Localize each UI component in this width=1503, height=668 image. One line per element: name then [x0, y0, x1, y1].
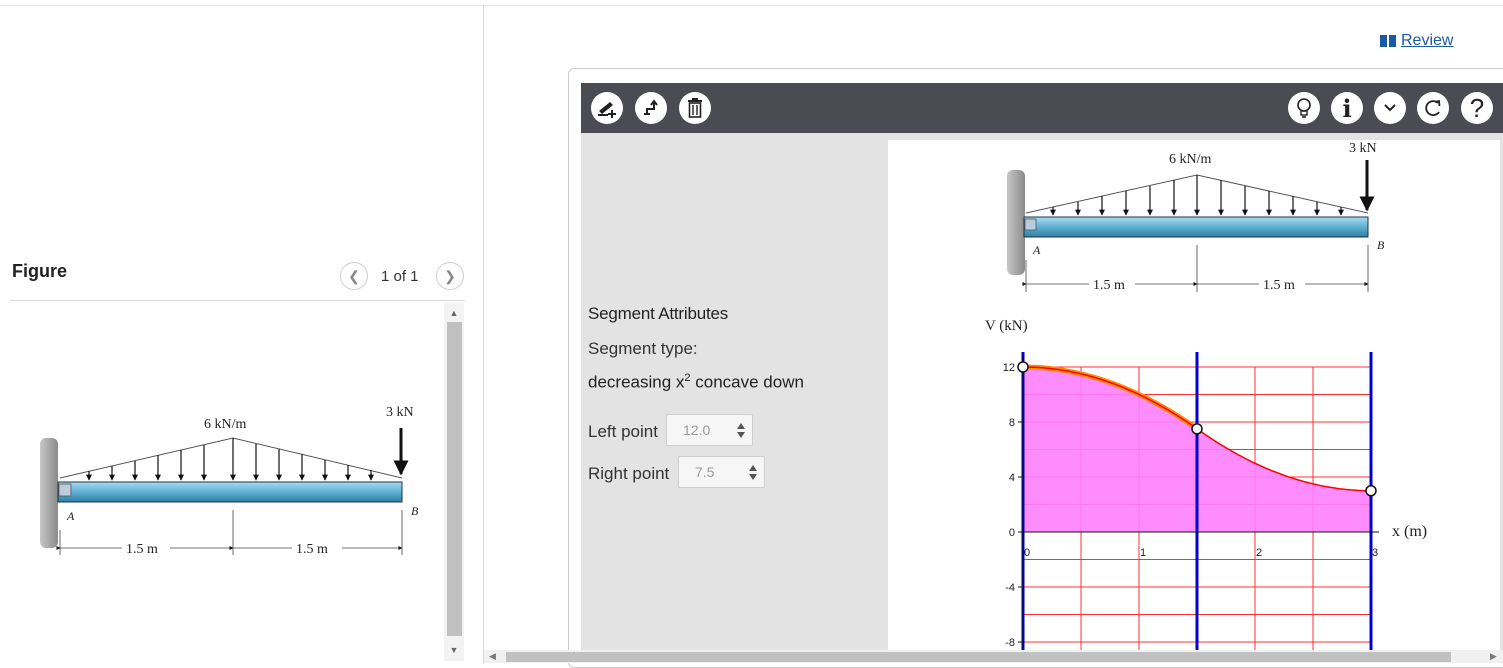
- y-tick-label: 8: [1009, 417, 1015, 429]
- delete-button[interactable]: [679, 92, 711, 124]
- dim-right-label: 1.5 m: [296, 542, 328, 557]
- left-point-value[interactable]: 12.0: [667, 422, 730, 438]
- y-tick-label: 0: [1009, 527, 1015, 539]
- segment-type-prefix: decreasing x: [588, 372, 685, 392]
- point-load-label: 3 kN: [1349, 141, 1377, 156]
- dim-left-label: 1.5 m: [126, 542, 158, 557]
- info-icon: i: [1342, 93, 1352, 123]
- segment-type-value: decreasing x2 concave down: [588, 372, 804, 393]
- trash-icon: [688, 98, 702, 118]
- x-tick-label: 2: [1256, 547, 1262, 559]
- prev-figure-button[interactable]: ❮: [340, 262, 368, 290]
- shear-point-handle[interactable]: [1365, 485, 1377, 497]
- book-icon: [1380, 35, 1396, 47]
- right-point-label: Right point: [588, 464, 670, 483]
- scroll-right-arrow[interactable]: ▶: [1490, 651, 1497, 662]
- figure-scrollbar-thumb[interactable]: [447, 322, 462, 636]
- support-a-label: A: [66, 509, 75, 523]
- add-segment-button[interactable]: [591, 92, 623, 124]
- scroll-down-arrow[interactable]: ▼: [444, 642, 464, 658]
- spinner-arrows-icon[interactable]: [742, 464, 764, 480]
- shear-point-handle[interactable]: [1191, 423, 1203, 435]
- wall-support: [1007, 170, 1025, 275]
- right-point-value[interactable]: 7.5: [679, 464, 742, 480]
- x-tick-label: 3: [1372, 547, 1378, 559]
- load-label: 6 kN/m: [1169, 152, 1212, 167]
- info-button[interactable]: i: [1331, 92, 1363, 124]
- support-a-label: A: [1032, 243, 1041, 257]
- help-icon: ?: [1469, 93, 1485, 123]
- beam: [1023, 216, 1369, 238]
- step-icon: [644, 99, 658, 115]
- load-label: 6 kN/m: [204, 417, 247, 432]
- help-button[interactable]: ?: [1461, 92, 1493, 124]
- canvas-beam-diagram: 6 kN/m 3 kN A B 1.5 m 1.5 m: [1007, 141, 1385, 293]
- figure-beam-diagram: 6 kN/m 3 kN A B 1.5 m 1.5 m: [40, 405, 419, 557]
- page-indicator: 1 of 1: [381, 268, 419, 285]
- dimension-lines: [56, 510, 403, 555]
- y-axis-label: V (kN): [985, 318, 1028, 334]
- hint-button[interactable]: [1288, 92, 1320, 124]
- review-label: Review: [1401, 32, 1454, 49]
- chevron-left-icon: ❮: [348, 267, 360, 284]
- toolbar: i ?: [581, 83, 1503, 133]
- dimension-lines: [1022, 245, 1369, 292]
- figure-header-divider: [10, 300, 465, 301]
- point-load-label: 3 kN: [386, 405, 414, 420]
- segment-type-suffix: concave down: [690, 372, 804, 392]
- end-b-label: B: [411, 504, 419, 518]
- end-b-label: B: [1377, 238, 1385, 252]
- x-tick-label: 1: [1140, 547, 1146, 559]
- pane-divider: [483, 5, 484, 663]
- segment-attributes-panel: [581, 133, 886, 663]
- y-tick-label: 4: [1009, 472, 1015, 484]
- chevron-right-icon: ❯: [444, 267, 456, 284]
- reset-button[interactable]: [1417, 92, 1449, 124]
- lightbulb-icon: [1297, 98, 1311, 118]
- x-axis-label: x (m): [1392, 523, 1427, 540]
- segment-type-label: Segment type:: [588, 339, 698, 358]
- dim-left-label: 1.5 m: [1093, 278, 1125, 293]
- scroll-up-arrow[interactable]: ▲: [444, 305, 464, 321]
- left-point-label: Left point: [588, 422, 658, 441]
- segment-attributes-title: Segment Attributes: [588, 304, 729, 323]
- top-divider: [0, 5, 1503, 6]
- scroll-left-arrow[interactable]: ◀: [489, 651, 496, 662]
- horizontal-scrollbar-thumb[interactable]: [506, 652, 1451, 662]
- y-tick-label: 12: [1003, 362, 1015, 374]
- next-figure-button[interactable]: ❯: [436, 262, 464, 290]
- right-point-spinner[interactable]: 7.5: [678, 456, 765, 488]
- step-button[interactable]: [635, 92, 667, 124]
- options-button[interactable]: [1374, 92, 1406, 124]
- wall-support: [40, 438, 58, 548]
- y-tick-label: -8: [1005, 637, 1015, 649]
- distributed-load-arrows: [86, 438, 374, 481]
- left-point-spinner[interactable]: 12.0: [666, 414, 753, 446]
- shear-point-handle[interactable]: [1017, 361, 1029, 373]
- add-segment-icon: [598, 102, 616, 118]
- spinner-arrows-icon[interactable]: [730, 422, 752, 438]
- shear-chart[interactable]: 12840-4-80 1 2 3 V (kN) x (m): [888, 300, 1500, 663]
- dim-right-label: 1.5 m: [1263, 278, 1295, 293]
- load-profile: [59, 437, 403, 479]
- beam: [57, 481, 403, 503]
- redo-icon: [1425, 99, 1441, 116]
- chevron-down-icon: [1384, 104, 1396, 112]
- y-tick-label: -4: [1005, 582, 1015, 594]
- figure-title: Figure: [12, 261, 68, 281]
- x-tick-label: 0: [1024, 547, 1030, 559]
- distributed-load-arrows: [1050, 175, 1344, 216]
- review-link[interactable]: Review: [1380, 32, 1453, 50]
